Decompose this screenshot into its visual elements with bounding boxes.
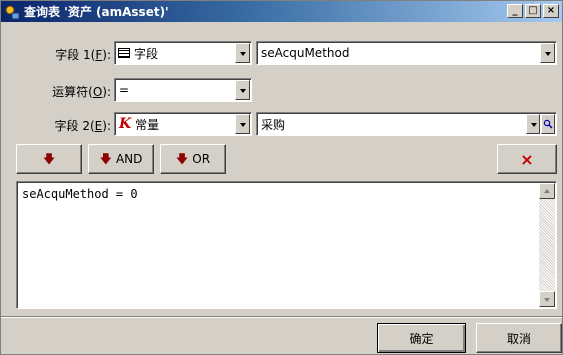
- field2-type-select[interactable]: K 常量: [114, 112, 252, 136]
- operator-label: 运算符(O):: [52, 85, 111, 99]
- ok-button[interactable]: 确定: [377, 323, 466, 353]
- maximize-button[interactable]: □: [525, 4, 541, 18]
- field1-label: 字段 1(F):: [55, 48, 111, 62]
- query-app-icon: [4, 4, 20, 20]
- query-text-area[interactable]: seAcquMethod = 0: [16, 181, 557, 309]
- insert-arrow-icon: 🡇: [42, 152, 56, 166]
- insert-button[interactable]: 🡇: [16, 144, 82, 174]
- window-title: 查询表 '资产 (amAsset)': [24, 5, 169, 19]
- chevron-down-icon[interactable]: [526, 114, 540, 134]
- operator-select[interactable]: =: [114, 78, 252, 102]
- down-arrow-icon: 🡇: [99, 152, 112, 166]
- chevron-down-icon[interactable]: [540, 43, 555, 63]
- vertical-scrollbar[interactable]: [539, 183, 555, 307]
- scroll-up-icon[interactable]: [539, 183, 555, 199]
- field2-value-select[interactable]: 采购: [256, 112, 557, 136]
- minimize-button[interactable]: _: [507, 4, 523, 18]
- query-text: seAcquMethod = 0: [22, 187, 138, 201]
- chevron-down-icon[interactable]: [235, 80, 250, 100]
- field2-label: 字段 2(E):: [54, 119, 111, 133]
- field1-value-select[interactable]: seAcquMethod: [256, 41, 557, 65]
- down-arrow-icon: 🡇: [175, 152, 189, 166]
- chevron-down-icon[interactable]: [235, 114, 250, 134]
- clear-button[interactable]: ×: [497, 144, 557, 174]
- scroll-down-icon[interactable]: [539, 291, 555, 307]
- clear-x-icon: ×: [520, 149, 534, 169]
- field1-type-select[interactable]: 字段: [114, 41, 252, 65]
- field-icon: [118, 48, 130, 58]
- footer-divider-highlight: [1, 317, 562, 318]
- query-dialog: 查询表 '资产 (amAsset)' _ □ × 字段 1(F): 字段 seA…: [0, 0, 563, 355]
- search-icon[interactable]: [541, 114, 555, 134]
- title-bar[interactable]: 查询表 '资产 (amAsset)' _ □ ×: [1, 1, 562, 22]
- or-button[interactable]: 🡇 OR: [160, 144, 226, 174]
- window-controls: _ □ ×: [507, 4, 559, 18]
- constant-k-icon: K: [119, 116, 132, 132]
- cancel-button[interactable]: 取消: [476, 323, 562, 353]
- close-button[interactable]: ×: [543, 4, 559, 18]
- chevron-down-icon[interactable]: [235, 43, 250, 63]
- and-button[interactable]: 🡇 AND: [88, 144, 154, 174]
